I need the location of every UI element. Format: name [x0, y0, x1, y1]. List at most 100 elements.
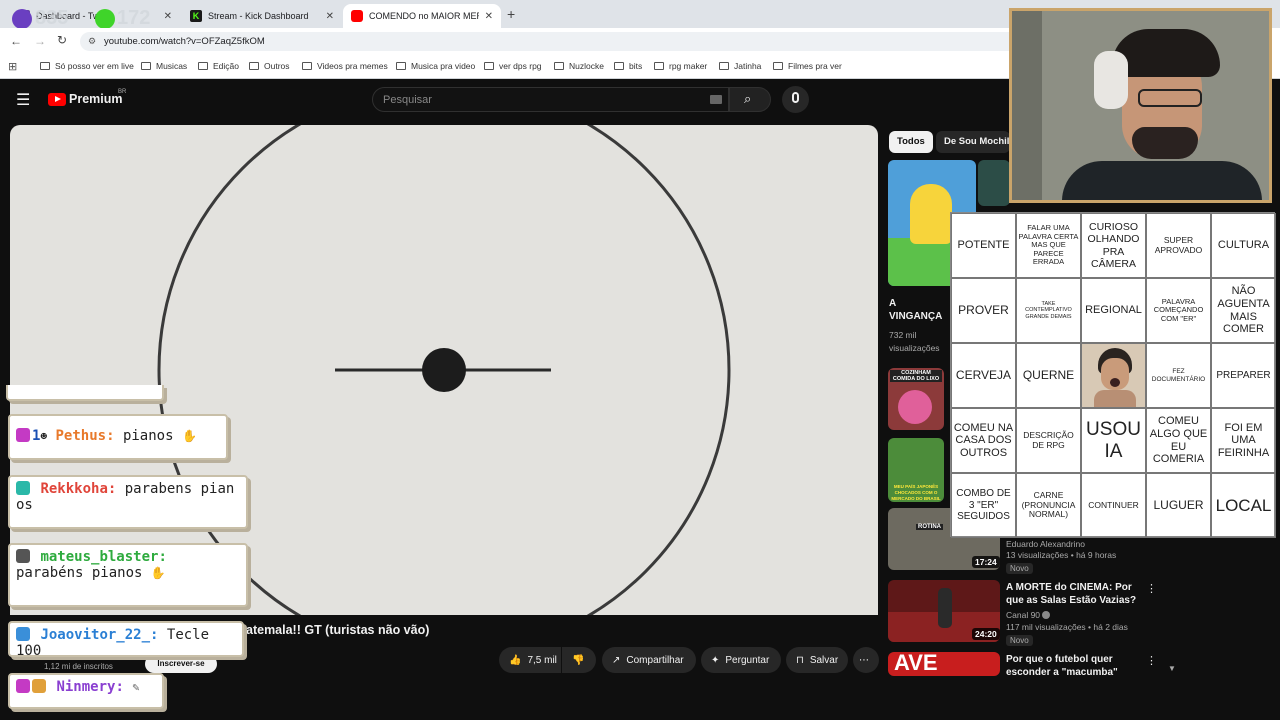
bookmark-folder[interactable]: Nuzlocke	[554, 61, 604, 71]
search-icon: ⌕	[744, 91, 752, 106]
twitch-viewer-count: 835	[35, 7, 69, 29]
recommended-thumbnail[interactable]: MEU PAÍS JAPONÊS CHOCADOS COM O MERCADO …	[888, 438, 944, 502]
video-duration: 24:20	[972, 628, 1000, 640]
recommended-title[interactable]: A VINGANÇA CONTRA ...	[889, 297, 949, 325]
tab-kick-dashboard[interactable]: K Stream - Kick Dashboard ✕	[182, 4, 342, 28]
bookmark-label: Videos pra memes	[317, 61, 388, 71]
bingo-cell: TAKE CONTEMPLATIVO GRANDE DEMAIS	[1016, 278, 1081, 343]
new-badge: Novo	[1006, 635, 1033, 646]
bookmark-folder[interactable]: Só posso ver em live	[40, 61, 134, 71]
folder-icon	[654, 62, 664, 70]
scroll-down-arrow-icon[interactable]: ▼	[1168, 664, 1176, 673]
forward-icon[interactable]: →	[34, 34, 46, 48]
bookmark-folder[interactable]: Edição	[198, 61, 239, 71]
save-label: Salvar	[809, 654, 839, 666]
subscriber-count: 1,12 mi de inscritos	[44, 662, 113, 671]
search-input[interactable]: Pesquisar	[372, 87, 729, 112]
glasses-icon	[1138, 89, 1202, 107]
recommended-thumbnail[interactable]: COZINHAM COMIDA DO LIXO	[888, 368, 944, 430]
share-button[interactable]: ↗ Compartilhar	[602, 647, 696, 673]
folder-icon	[484, 62, 494, 70]
youtube-favicon-icon	[351, 10, 363, 22]
tab-youtube-video[interactable]: COMENDO no MAIOR MERCADO ✕	[343, 4, 501, 28]
like-count: 7,5 mil	[527, 654, 557, 666]
video-title: atemala!! GT (turistas não vão)	[246, 623, 430, 637]
more-actions-button[interactable]: ⋯	[853, 647, 879, 673]
back-icon[interactable]: ←	[10, 34, 22, 48]
close-tab-icon[interactable]: ✕	[485, 11, 493, 22]
bingo-cell: CARNE (PRONUNCIA NORMAL)	[1016, 473, 1081, 538]
recommended-title[interactable]: Por que o futebol quer esconder a "macum…	[1006, 653, 1146, 679]
reload-icon[interactable]: ↻	[57, 33, 67, 47]
recommended-channel[interactable]: Canal 90	[1006, 610, 1051, 620]
streamer-shoulders-shape	[1094, 390, 1136, 407]
youtube-logo-icon[interactable]	[48, 93, 66, 106]
like-button[interactable]: 👍 7,5 mil	[499, 647, 561, 673]
search-button[interactable]: ⌕	[729, 87, 771, 112]
new-tab-button[interactable]: +	[507, 6, 515, 22]
bookmark-folder[interactable]: ver dps rpg	[484, 61, 542, 71]
streamer-mouth-shape	[1110, 378, 1120, 387]
hands-emote-icon: ✋	[150, 566, 166, 580]
bookmark-folder[interactable]: Filmes pra ver	[773, 61, 842, 71]
url-field[interactable]: ⚙ youtube.com/watch?v=OFZaqZ5fkOM	[80, 32, 1020, 51]
dislike-button[interactable]: 👎	[562, 647, 596, 673]
menu-icon[interactable]: ☰	[16, 90, 30, 110]
streamer-beard	[1132, 127, 1198, 159]
folder-icon	[198, 62, 208, 70]
ask-label: Perguntar	[725, 654, 770, 666]
folder-icon	[773, 62, 783, 70]
kick-viewers-icon	[95, 9, 115, 29]
recommended-thumbnail[interactable]	[978, 160, 1010, 206]
close-tab-icon[interactable]: ✕	[164, 11, 172, 22]
site-info-icon[interactable]: ⚙	[88, 32, 96, 51]
bingo-cell: CONTINUER	[1081, 473, 1146, 538]
recommended-channel[interactable]: Eduardo Alexandrino	[1006, 539, 1085, 549]
recommended-thumbnail[interactable]: 24:20	[888, 580, 1000, 642]
bookmark-folder[interactable]: rpg maker	[654, 61, 707, 71]
bingo-cell: PREPARER	[1211, 343, 1276, 408]
bingo-cell: LOCAL	[1211, 473, 1276, 538]
chat-message: Ninmery: ✎	[8, 673, 164, 709]
subscribe-button[interactable]: Inscrever-se	[145, 655, 217, 673]
bingo-cell: NÃO AGUENTA MAIS COMER	[1211, 278, 1276, 343]
folder-icon	[302, 62, 312, 70]
bingo-cell: CULTURA	[1211, 213, 1276, 278]
close-tab-icon[interactable]: ✕	[326, 11, 334, 22]
bingo-cell: CURIOSO OLHANDO PRA CÂMERA	[1081, 213, 1146, 278]
thumbnail-caption: COZINHAM COMIDA DO LIXO	[890, 370, 942, 382]
chip-all[interactable]: Todos	[889, 131, 933, 153]
chat-text: pianos	[122, 428, 174, 444]
bookmark-label: Filmes pra ver	[788, 61, 842, 71]
more-vertical-icon[interactable]: ⋮	[1146, 582, 1157, 595]
bookmark-folder[interactable]: Musicas	[141, 61, 187, 71]
recommended-title[interactable]: A MORTE do CINEMA: Por que as Salas Estã…	[1006, 581, 1146, 607]
bookmark-folder[interactable]: bits	[614, 61, 642, 71]
bookmark-folder[interactable]: Outros	[249, 61, 290, 71]
bingo-cell: COMEU ALGO QUE EU COMERIA	[1146, 408, 1211, 473]
bingo-cell: POTENTE	[951, 213, 1016, 278]
bookmark-folder[interactable]: Videos pra memes	[302, 61, 388, 71]
more-vertical-icon[interactable]: ⋮	[1146, 654, 1157, 667]
bookmark-folder[interactable]: Musica pra video	[396, 61, 475, 71]
video-player[interactable]	[10, 125, 878, 615]
save-button[interactable]: ⊓ Salvar	[786, 647, 848, 673]
bingo-cell: CERVEJA	[951, 343, 1016, 408]
bingo-cell: COMEU NA CASA DOS OUTROS	[951, 408, 1016, 473]
bookmark-label: ver dps rpg	[499, 61, 542, 71]
thumbnail-figure	[898, 390, 932, 424]
voice-search-button[interactable]	[782, 86, 809, 113]
keyboard-icon[interactable]	[710, 95, 722, 104]
chat-username: Ninmery:	[56, 679, 124, 695]
webcam-wall-shadow	[1012, 11, 1042, 200]
tab-title: COMENDO no MAIOR MERCADO	[369, 11, 479, 21]
bookmark-label: Nuzlocke	[569, 61, 604, 71]
ask-button[interactable]: ✦ Perguntar	[701, 647, 781, 673]
folder-icon	[554, 62, 564, 70]
chip-channel[interactable]: De Sou Mochileiro	[936, 131, 1010, 153]
recommended-thumbnail[interactable]: AVE	[888, 652, 1000, 676]
apps-grid-icon[interactable]: ⊞	[8, 60, 17, 73]
chat-message: mateus_blaster: parabéns pianos ✋	[8, 543, 248, 607]
bookmark-folder[interactable]: Jatinha	[719, 61, 761, 71]
bingo-cell: COMBO DE 3 "ER" SEGUIDOS	[951, 473, 1016, 538]
